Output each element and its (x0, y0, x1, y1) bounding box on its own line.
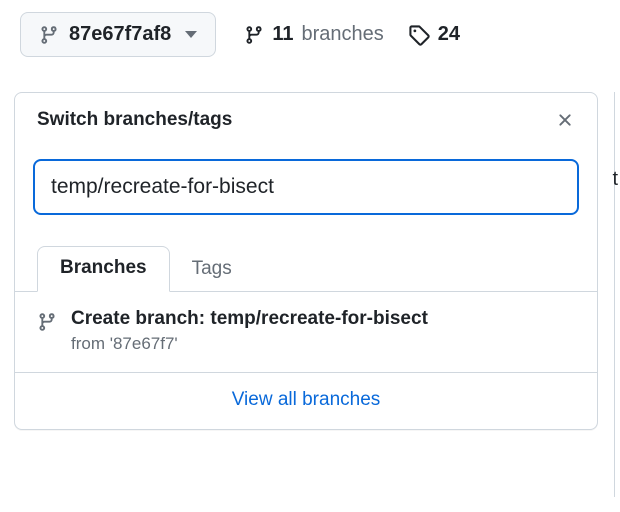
partial-border (614, 92, 620, 497)
create-branch-subtitle: from '87e67f7' (71, 334, 428, 354)
close-icon (555, 110, 575, 130)
dropdown-header: Switch branches/tags (15, 93, 597, 147)
tab-tags[interactable]: Tags (170, 248, 254, 292)
branch-ref-label: 87e67f7af8 (69, 23, 171, 46)
dropdown-title: Switch branches/tags (37, 109, 232, 131)
stray-text: t (612, 168, 618, 191)
branch-icon (244, 25, 264, 45)
create-branch-text: Create branch: temp/recreate-for-bisect … (71, 308, 428, 354)
close-button[interactable] (555, 110, 575, 130)
branch-icon (37, 312, 57, 332)
tags-count: 24 (438, 23, 460, 46)
search-wrapper (15, 147, 597, 219)
branches-label: branches (301, 23, 383, 46)
repo-header-row: 87e67f7af8 11 branches 24 (0, 0, 620, 57)
tabs-row: Branches Tags (15, 219, 597, 292)
branches-count: 11 (272, 23, 293, 46)
branches-link[interactable]: 11 branches (244, 23, 383, 46)
branch-switcher-dropdown: Switch branches/tags Branches Tags Creat… (14, 92, 598, 430)
branch-icon (39, 25, 59, 45)
tab-branches[interactable]: Branches (37, 246, 170, 292)
repo-meta-group: 11 branches 24 (244, 23, 460, 46)
branch-search-input[interactable] (33, 159, 579, 215)
tags-link[interactable]: 24 (408, 23, 460, 46)
create-branch-title: Create branch: temp/recreate-for-bisect (71, 308, 428, 330)
branch-select-button[interactable]: 87e67f7af8 (20, 12, 216, 57)
tag-icon (408, 24, 430, 46)
view-all-branches-link[interactable]: View all branches (15, 373, 597, 429)
create-branch-row[interactable]: Create branch: temp/recreate-for-bisect … (15, 292, 597, 373)
caret-down-icon (185, 31, 197, 38)
